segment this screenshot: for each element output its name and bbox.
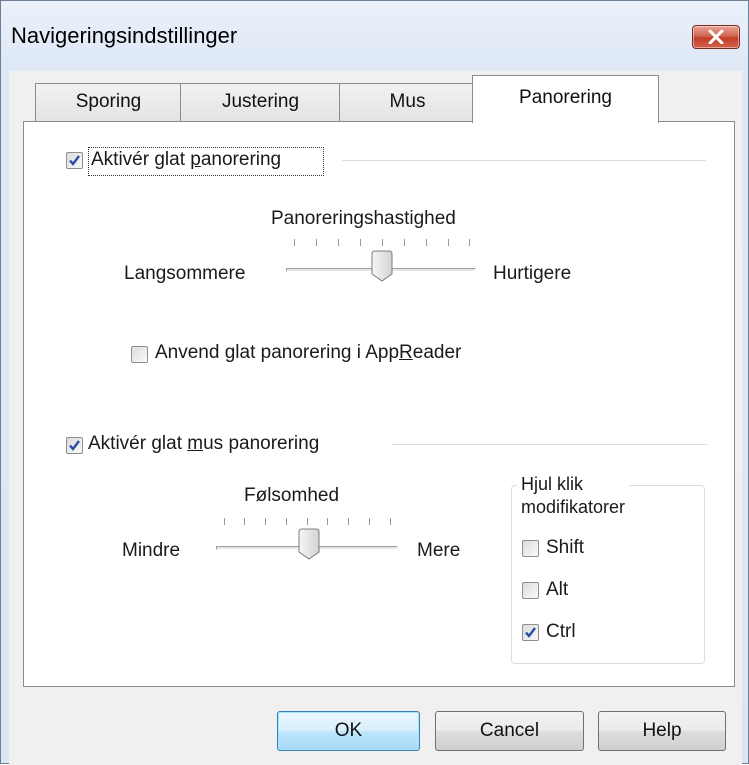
help-button[interactable]: Help <box>598 711 726 751</box>
pan-speed-min-label: Langsommere <box>124 263 246 284</box>
dialog-body: Sporing Justering Mus Panorering Aktivér… <box>9 71 742 765</box>
tab-panorering[interactable]: Panorering <box>472 75 659 123</box>
pan-speed-max-label: Hurtigere <box>493 263 572 284</box>
tab-sporing[interactable]: Sporing <box>35 83 182 121</box>
panorering-panel: Aktivér glat panorering Panoreringshasti… <box>23 121 735 687</box>
alt-label[interactable]: Alt <box>546 579 568 601</box>
tab-mus[interactable]: Mus <box>339 83 476 121</box>
dialog-window: Navigeringsindstillinger Sporing Justeri… <box>0 0 749 765</box>
ctrl-label[interactable]: Ctrl <box>546 621 576 643</box>
shift-checkbox[interactable] <box>522 540 539 557</box>
pan-speed-title: Panoreringshastighed <box>271 208 456 229</box>
smooth-pan-label[interactable]: Aktivér glat panorering <box>91 149 281 171</box>
tab-justering[interactable]: Justering <box>180 83 341 121</box>
smooth-mouse-pan-label[interactable]: Aktivér glat mus panorering <box>88 433 319 455</box>
cancel-button[interactable]: Cancel <box>435 711 584 751</box>
sensitivity-max-label: Mere <box>417 540 461 561</box>
alt-checkbox[interactable] <box>522 582 539 599</box>
separator-line <box>342 160 706 161</box>
tab-strip: Sporing Justering Mus Panorering <box>9 71 742 123</box>
sensitivity-slider-thumb[interactable] <box>298 528 320 564</box>
ok-button[interactable]: OK <box>277 711 420 751</box>
title-bar[interactable]: Navigeringsindstillinger <box>1 1 748 71</box>
smooth-pan-checkbox[interactable] <box>66 152 83 169</box>
shift-label[interactable]: Shift <box>546 537 584 559</box>
smooth-mouse-pan-checkbox[interactable] <box>66 437 83 454</box>
appreader-label[interactable]: Anvend glat panorering i AppReader <box>155 342 461 364</box>
pan-speed-slider-thumb[interactable] <box>371 250 393 286</box>
sensitivity-title: Følsomhed <box>244 485 340 506</box>
ctrl-checkbox[interactable] <box>522 624 539 641</box>
appreader-checkbox[interactable] <box>131 346 148 363</box>
close-button[interactable] <box>692 25 740 49</box>
window-title: Navigeringsindstillinger <box>11 23 238 48</box>
modifiers-group-title: Hjul klik modifikatorer <box>517 473 630 519</box>
sensitivity-min-label: Mindre <box>122 540 181 561</box>
separator-line <box>392 444 708 445</box>
